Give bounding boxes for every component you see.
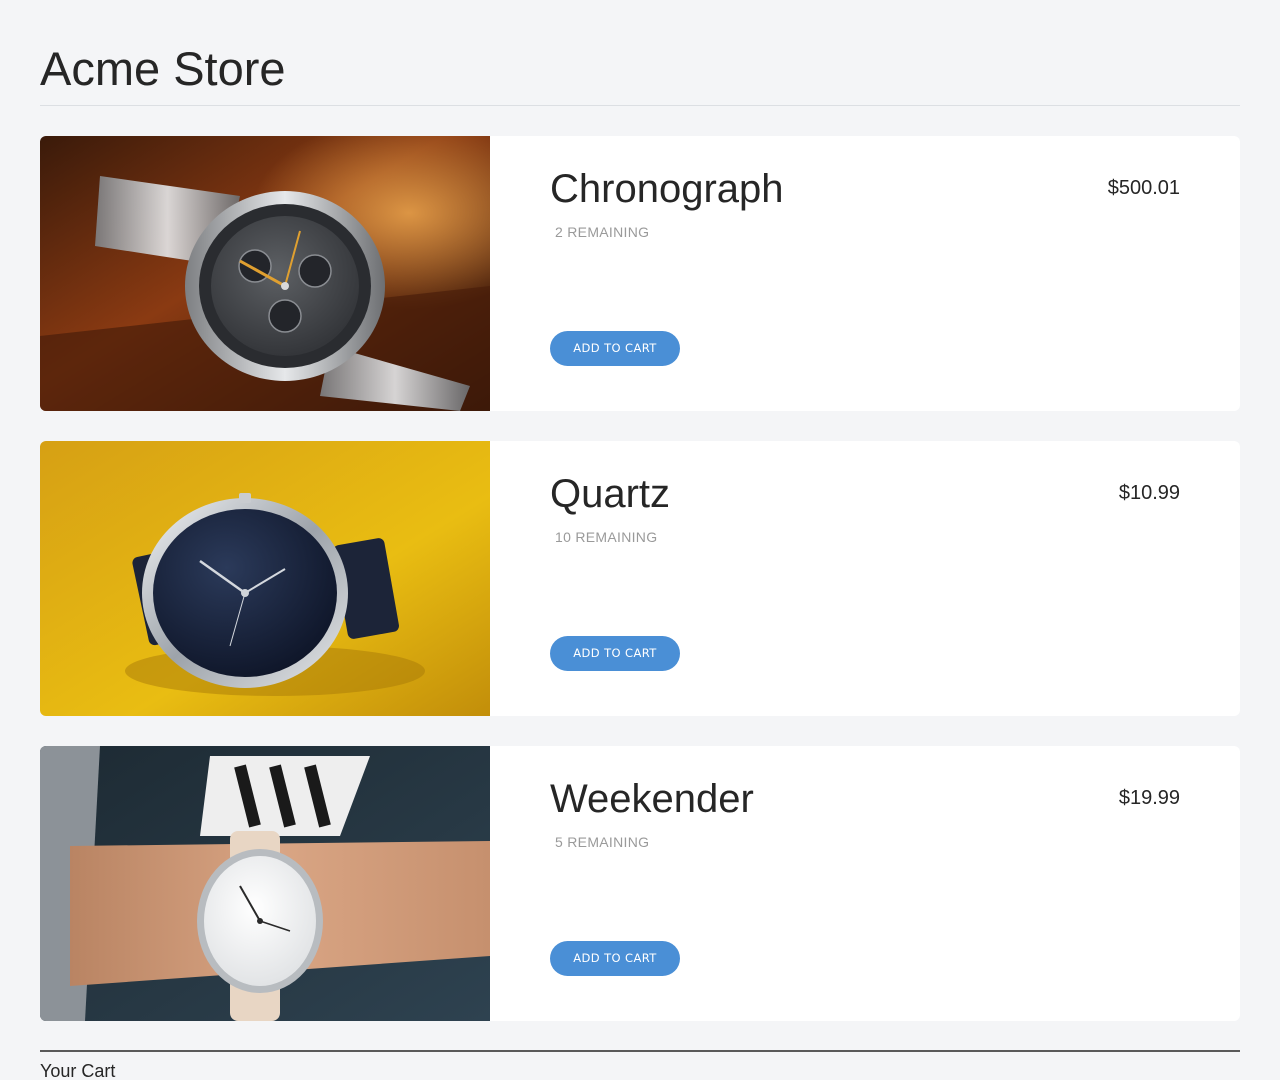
cart-divider [40,1050,1240,1052]
add-to-cart-button[interactable]: ADD TO CART [550,941,680,976]
title-divider [40,105,1240,106]
add-to-cart-button[interactable]: ADD TO CART [550,331,680,366]
product-image-weekender [40,746,490,1021]
product-name: Chronograph [550,167,784,211]
product-remaining: 5 REMAINING [555,834,650,850]
product-card-chronograph: Chronograph $500.01 2 REMAINING ADD TO C… [40,136,1240,411]
page-title: Acme Store [40,42,286,95]
product-remaining: 10 REMAINING [555,529,658,545]
product-name: Weekender [550,777,754,821]
product-card-quartz: Quartz $10.99 10 REMAINING ADD TO CART [40,441,1240,716]
store-page: Acme Store Chronograph $500.01 2 REMAINI… [0,0,1280,1080]
product-price: $10.99 [1118,482,1180,504]
product-card-weekender: Weekender $19.99 5 REMAINING ADD TO CART [40,746,1240,1021]
product-image-quartz [40,441,490,716]
add-to-cart-button[interactable]: ADD TO CART [550,636,680,671]
product-remaining: 2 REMAINING [555,224,650,240]
cart-title: Your Cart [40,1061,116,1080]
product-image-chronograph [40,136,490,411]
product-price: $19.99 [1118,787,1180,809]
product-name: Quartz [550,472,671,516]
product-price: $500.01 [1107,177,1180,199]
